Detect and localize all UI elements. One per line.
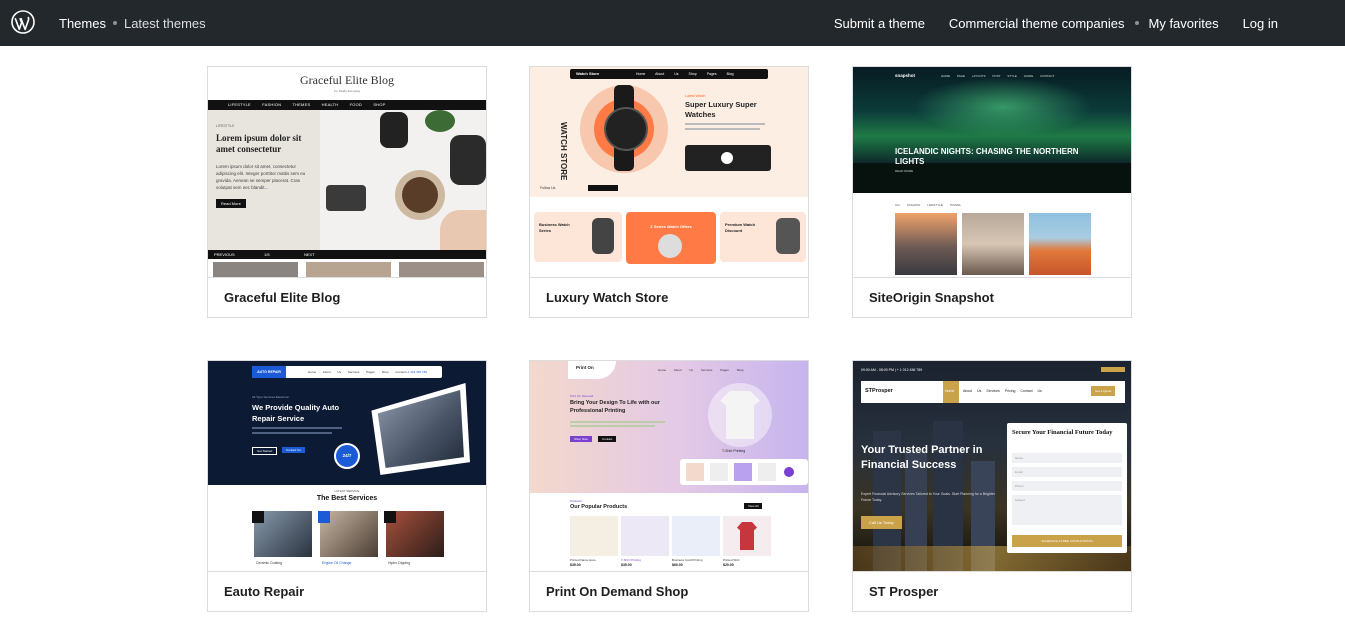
preview-vertical-text: WATCH STORE (559, 122, 568, 181)
wordpress-logo-icon[interactable] (11, 10, 35, 34)
preview-product-price: $20.00 (723, 563, 734, 567)
theme-name[interactable]: ST Prosper (869, 584, 938, 599)
theme-name[interactable]: Eauto Repair (224, 584, 304, 599)
preview-product-image (723, 516, 771, 556)
preview-cta-button: Call Us Today (861, 516, 902, 529)
preview-thumb (306, 262, 391, 277)
theme-screenshot[interactable]: 09:00 AM - 08:00 PM | + 1 012 456 789 ST… (853, 361, 1131, 572)
theme-card-print-on-demand-shop[interactable]: Print On Home About Us Services Pages Sh… (529, 360, 809, 612)
preview-menu-bar: LIFESTYLE FASHION THEMES HEALTH FOOD SHO… (208, 100, 486, 110)
preview-read-more-button: Read More (216, 199, 246, 208)
nav-separator (1134, 21, 1139, 25)
preview-section-kicker: Products (570, 499, 582, 503)
preview-follow: Follow Us (540, 186, 556, 190)
preview-service-label: Hydro Dipping (388, 561, 411, 565)
preview-button: Shop Now (570, 436, 592, 442)
preview-filters: ALL FASHION LIFESTYLE TRAVEL (895, 203, 962, 207)
preview-hero-aurora (853, 67, 1131, 193)
preview-product-image (570, 516, 618, 556)
preview-body: Lorem ipsum dolor sit amet, consectetur … (216, 164, 306, 190)
preview-tagline: It's Totally Everyday (333, 89, 361, 93)
log-in-link[interactable]: Log in (1243, 16, 1278, 31)
preview-product-price: $35.00 (621, 563, 632, 567)
theme-name[interactable]: SiteOrigin Snapshot (869, 290, 994, 305)
preview-view-all: View All (744, 503, 763, 509)
preview-form-card: Secure Your Financial Future Today Name … (1007, 423, 1127, 553)
preview-thumb (399, 262, 484, 277)
preview-read-more: READ MORE (895, 169, 914, 173)
preview-pager: PREVIOUS 1/5 NEXT (208, 250, 486, 259)
preview-product-name: T-Shirt Printing (621, 558, 641, 562)
nav-latest-themes-link[interactable]: Latest themes (124, 16, 206, 31)
preview-menu: Home About Us Services Pages Shop (658, 368, 744, 372)
preview-header: STProsper Home About Us Services Pricing… (861, 381, 1125, 403)
theme-card-graceful-elite-blog[interactable]: Graceful Elite Blog It's Totally Everyda… (207, 66, 487, 318)
preview-thumb (895, 213, 957, 275)
preview-header: AUTO REPAIR Home About Us Services Pages… (252, 366, 442, 378)
preview-headline: We Provide Quality Auto Repair Service (252, 403, 340, 423)
my-favorites-link[interactable]: My favorites (1149, 16, 1219, 31)
preview-product-image (672, 516, 720, 556)
preview-product-price: $35.00 (570, 563, 581, 567)
preview-hero-photo (320, 110, 486, 250)
preview-product-strip (680, 459, 808, 485)
theme-screenshot[interactable]: Graceful Elite Blog It's Totally Everyda… (208, 67, 486, 278)
preview-menu: HOME PAGE LAYOUTS POST STYLE GUIDE CONTA… (941, 74, 1055, 78)
preview-service-label: Ceramic Coating (256, 561, 283, 565)
preview-kicker: Print On Demand (570, 394, 594, 398)
theme-screenshot[interactable]: Watch Store Home About Us Shop Pages Blo… (530, 67, 808, 278)
preview-subtext: Expert Financial Advisory Services Tailo… (861, 492, 995, 502)
preview-headline: Super Luxury Super Watches (685, 100, 757, 119)
preview-section-kicker: LATEST SERVICE (334, 489, 360, 493)
preview-badge: 24/7 (334, 443, 360, 469)
preview-kicker: Latest Watch (685, 94, 706, 98)
top-nav-bar: Themes Latest themes Submit a theme Comm… (0, 0, 1345, 46)
preview-section-title: The Best Services (316, 495, 378, 502)
submit-theme-link[interactable]: Submit a theme (834, 16, 925, 31)
breadcrumb-separator (112, 21, 117, 25)
preview-menu: LIFESTYLE FASHION THEMES HEALTH FOOD SHO… (228, 102, 386, 107)
nav-themes-link[interactable]: Themes (59, 16, 106, 31)
preview-product-name: Printed Shirt (723, 558, 740, 562)
theme-card-luxury-watch-store[interactable]: Watch Store Home About Us Shop Pages Blo… (529, 66, 809, 318)
preview-video (685, 145, 771, 171)
preview-thumb (213, 262, 298, 277)
preview-headline: ICELANDIC NIGHTS: CHASING THE NORTHERN L… (895, 147, 1079, 166)
theme-card-eauto-repair[interactable]: AUTO REPAIR Home About Us Services Pages… (207, 360, 487, 612)
preview-promo-card: Premium Watch Discount (720, 212, 806, 262)
theme-name[interactable]: Luxury Watch Store (546, 290, 668, 305)
preview-button: Contact (598, 436, 617, 442)
theme-name[interactable]: Print On Demand Shop (546, 584, 688, 599)
preview-button: Contact Us (282, 447, 305, 453)
preview-button: Get Started (252, 447, 278, 455)
preview-promo-card-highlight: Z Series Watch Offers (626, 212, 716, 264)
preview-thumb (962, 213, 1024, 275)
theme-screenshot[interactable]: Print On Home About Us Services Pages Sh… (530, 361, 808, 572)
preview-kicker: All Type Services Electronic (252, 395, 289, 399)
preview-product-image (621, 516, 669, 556)
preview-promo-card: Business Watch Series (534, 212, 622, 262)
preview-service-label: Engine Oil Change (322, 561, 352, 565)
theme-card-st-prosper[interactable]: 09:00 AM - 08:00 PM | + 1 012 456 789 ST… (852, 360, 1132, 612)
preview-product-price: $60.00 (672, 563, 683, 567)
preview-headline: Bring Your Design To Life with our Profe… (570, 400, 660, 414)
theme-name[interactable]: Graceful Elite Blog (224, 290, 340, 305)
preview-headline: Lorem ipsum dolor sit amet consectetur (216, 133, 302, 154)
preview-section-title: Our Popular Products (570, 504, 628, 510)
theme-screenshot[interactable]: AUTO REPAIR Home About Us Services Pages… (208, 361, 486, 572)
preview-hours: 09:00 AM - 08:00 PM | + 1 012 456 789 (861, 368, 923, 372)
theme-card-siteorigin-snapshot[interactable]: snapshot HOME PAGE LAYOUTS POST STYLE GU… (852, 66, 1132, 318)
commercial-theme-companies-link[interactable]: Commercial theme companies (949, 16, 1125, 31)
theme-screenshot[interactable]: snapshot HOME PAGE LAYOUTS POST STYLE GU… (853, 67, 1131, 278)
preview-kicker: LIFESTYLE (216, 124, 235, 128)
preview-product-name: Business Card Printing (672, 558, 703, 562)
preview-site-title: Graceful Elite Blog (300, 73, 394, 87)
preview-headline: Your Trusted Partner in Financial Succes… (861, 444, 983, 471)
preview-tshirt-label: T-Shirt Printing (722, 449, 746, 453)
preview-product-name: Printed Name Here (570, 558, 596, 562)
preview-logo: snapshot (895, 73, 916, 78)
preview-header: Watch Store Home About Us Shop Pages Blo… (570, 69, 768, 79)
preview-thumb (1029, 213, 1091, 275)
